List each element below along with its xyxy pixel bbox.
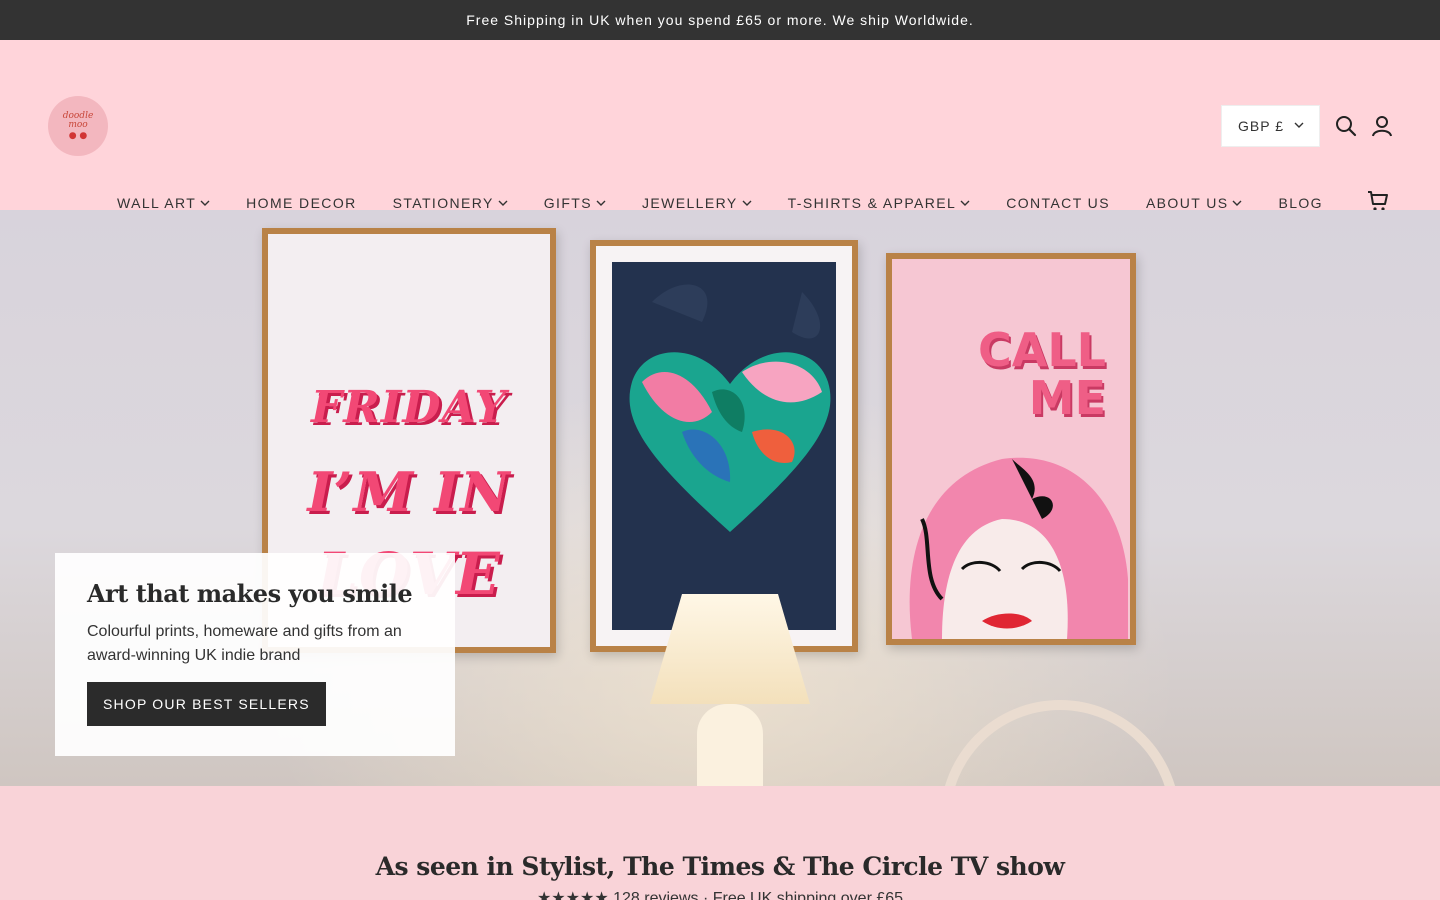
hero-banner: FRIDAY I’M IN LOVE CALL ME xyxy=(0,210,1440,786)
nav-item-label: STATIONERY xyxy=(392,195,494,211)
face-illustration xyxy=(909,457,1128,639)
logo-text-2: moo xyxy=(68,119,88,130)
announcement-text: Free Shipping in UK when you spend £65 o… xyxy=(466,12,974,28)
poster-heart xyxy=(590,240,858,652)
press-section: As seen in Stylist, The Times & The Circ… xyxy=(0,786,1440,900)
nav-item-label: ABOUT US xyxy=(1145,195,1229,211)
chevron-down-icon xyxy=(742,200,752,206)
cherry-icon: ● ● xyxy=(68,130,88,141)
chevron-down-icon xyxy=(1232,200,1242,206)
hero-title: Art that makes you smile xyxy=(87,579,413,608)
site-header: doodle moo ● ● GBP £ WALL ART HOME DECOR S… xyxy=(0,40,1440,211)
user-icon[interactable] xyxy=(1370,114,1394,138)
poster-call-line1: CALL xyxy=(978,323,1106,377)
currency-selector[interactable]: GBP £ xyxy=(1221,105,1320,147)
nav-item-label: WALL ART xyxy=(117,195,197,211)
announcement-bar: Free Shipping in UK when you spend £65 o… xyxy=(0,0,1440,40)
brand-logo[interactable]: doodle moo ● ● xyxy=(48,96,108,156)
nav-item-label: BLOG xyxy=(1278,195,1323,211)
poster-call-line2: ME xyxy=(1028,371,1106,425)
nav-item-label: GIFTS xyxy=(543,195,592,211)
hero-subtitle: Colourful prints, homeware and gifts fro… xyxy=(87,623,402,664)
nav-item-label: JEWELLERY xyxy=(641,195,738,211)
poster-text-line2: I’M IN xyxy=(307,460,511,524)
search-icon[interactable] xyxy=(1334,114,1358,138)
shop-best-sellers-button[interactable]: SHOP OUR BEST SELLERS xyxy=(87,682,326,726)
poster-text-line1: FRIDAY xyxy=(311,382,507,433)
press-subtitle: ★★★★★ 128 reviews · Free UK shipping ove… xyxy=(536,890,904,900)
lamp-base xyxy=(697,704,763,786)
nav-item-label: CONTACT US xyxy=(1006,195,1110,211)
press-title: As seen in Stylist, The Times & The Circ… xyxy=(375,852,1065,881)
chevron-down-icon xyxy=(200,200,210,206)
chevron-down-icon xyxy=(596,200,606,206)
chevron-down-icon xyxy=(960,200,970,206)
chevron-down-icon xyxy=(498,200,508,206)
poster-call-me: CALL ME xyxy=(886,253,1136,645)
chevron-down-icon xyxy=(1294,122,1304,128)
currency-value: GBP £ xyxy=(1238,118,1284,134)
nav-item-label: HOME DECOR xyxy=(246,195,357,211)
hero-card: Art that makes you smile Colourful print… xyxy=(55,553,455,756)
heart-icon xyxy=(629,284,831,532)
nav-item-label: T-SHIRTS & APPAREL xyxy=(787,195,957,211)
